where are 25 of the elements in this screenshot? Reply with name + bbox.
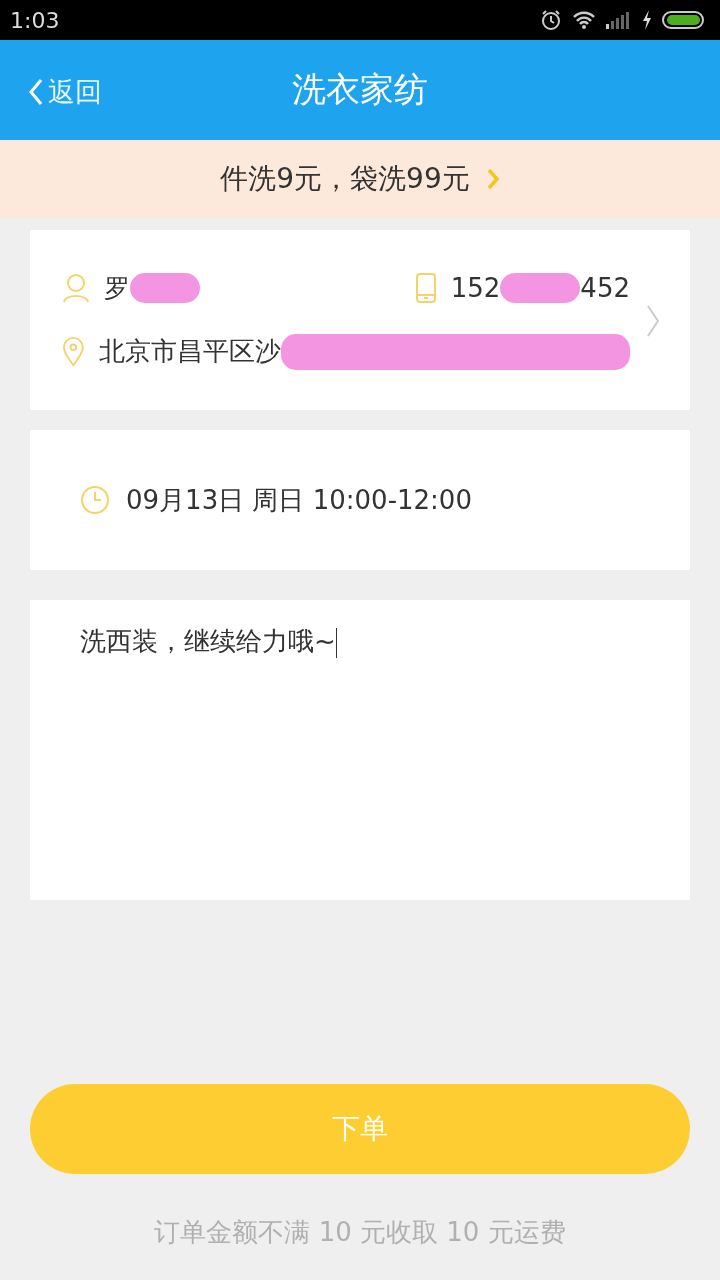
signal-icon [606,11,632,29]
note-field[interactable]: 洗西装，继续给力哦~ [30,600,690,900]
battery-icon [662,10,706,30]
shipping-notice: 订单金额不满 10 元收取 10 元运费 [153,1215,567,1249]
pickup-time-text: 09月13日 周日 10:00-12:00 [126,483,472,517]
page-title: 洗衣家纺 [292,68,428,111]
contact-card[interactable]: 罗 152 452 北京市昌平区沙 [30,230,690,410]
address-text: 北京市昌平区沙 [98,335,281,368]
alarm-icon [540,9,562,31]
chevron-right-icon [646,304,660,338]
contact-name: 罗 [104,271,130,305]
redaction-mark [130,273,200,303]
wifi-icon [572,10,596,30]
phone-number-end: 452 [580,273,630,303]
status-time: 1:03 [10,7,60,33]
phone-icon [414,272,437,304]
person-icon [62,273,90,303]
clock-icon [80,485,110,515]
promo-banner[interactable]: 件洗9元，袋洗99元 [0,140,720,218]
chevron-right-icon [485,167,500,191]
location-pin-icon [62,335,85,368]
back-chevron-icon [28,78,44,106]
phone-number-start: 152 [450,273,501,303]
charging-icon [642,10,652,30]
pickup-time-card[interactable]: 09月13日 周日 10:00-12:00 [30,430,690,570]
